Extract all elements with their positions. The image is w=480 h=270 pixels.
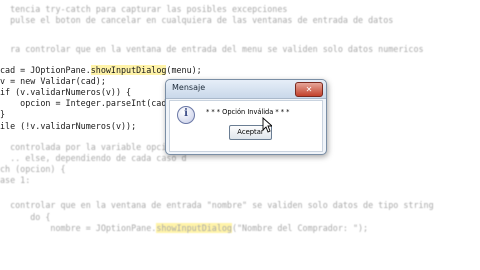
code-line: controlar que en la ventana de entrada "…: [0, 200, 434, 210]
code-line: opcion = Integer.parseInt(cad);: [0, 98, 177, 108]
dialog-content: i * * * Opción Inválida * * * Aceptar: [169, 100, 323, 152]
code-line: ase 1:: [0, 175, 31, 185]
code-line: if (v.validarNumeros(v)) {: [0, 87, 132, 97]
dialog-message: * * * Opción Inválida * * *: [206, 108, 290, 116]
code-line: ra controlar que en la ventana de entrad…: [0, 44, 424, 54]
code-line: nombre = JOptionPane.showInputDialog("No…: [0, 223, 368, 234]
code-line: }: [0, 109, 6, 119]
code-line: do {: [0, 212, 51, 222]
mouse-pointer-icon: [262, 117, 272, 133]
highlighted-method: showInputDialog: [90, 65, 167, 75]
info-icon-glyph: i: [184, 108, 188, 119]
code-line: ch (opcion) {: [0, 164, 66, 174]
code-line: v = new Validar(cad);: [0, 76, 106, 86]
code-text: ("Nombre del Comprador: ");: [231, 223, 369, 233]
code-line: ile (!v.validarNumeros(v));: [0, 121, 137, 131]
code-line: controlada por la variable opcion,: [0, 142, 182, 152]
dialog-title: Mensaje: [172, 83, 206, 92]
dialog-titlebar[interactable]: Mensaje ✕: [166, 80, 326, 99]
code-text: (menu);: [166, 65, 202, 75]
message-dialog: Mensaje ✕ i * * * Opción Inválida * * * …: [165, 79, 327, 155]
code-line: cad = JOptionPane.showInputDialog(menu);: [0, 65, 202, 76]
info-icon: i: [177, 106, 195, 124]
code-line: tencia try-catch para capturar las posib…: [0, 4, 288, 14]
code-text: cad = JOptionPane.: [0, 65, 91, 75]
close-button[interactable]: ✕: [295, 82, 323, 97]
code-line: pulse el boton de cancelar en cualquiera…: [0, 15, 394, 25]
highlighted-method: showInputDialog: [156, 223, 232, 233]
code-line: .. else, dependiendo de cada caso d: [0, 153, 187, 163]
code-text: nombre = JOptionPane.: [0, 223, 157, 233]
